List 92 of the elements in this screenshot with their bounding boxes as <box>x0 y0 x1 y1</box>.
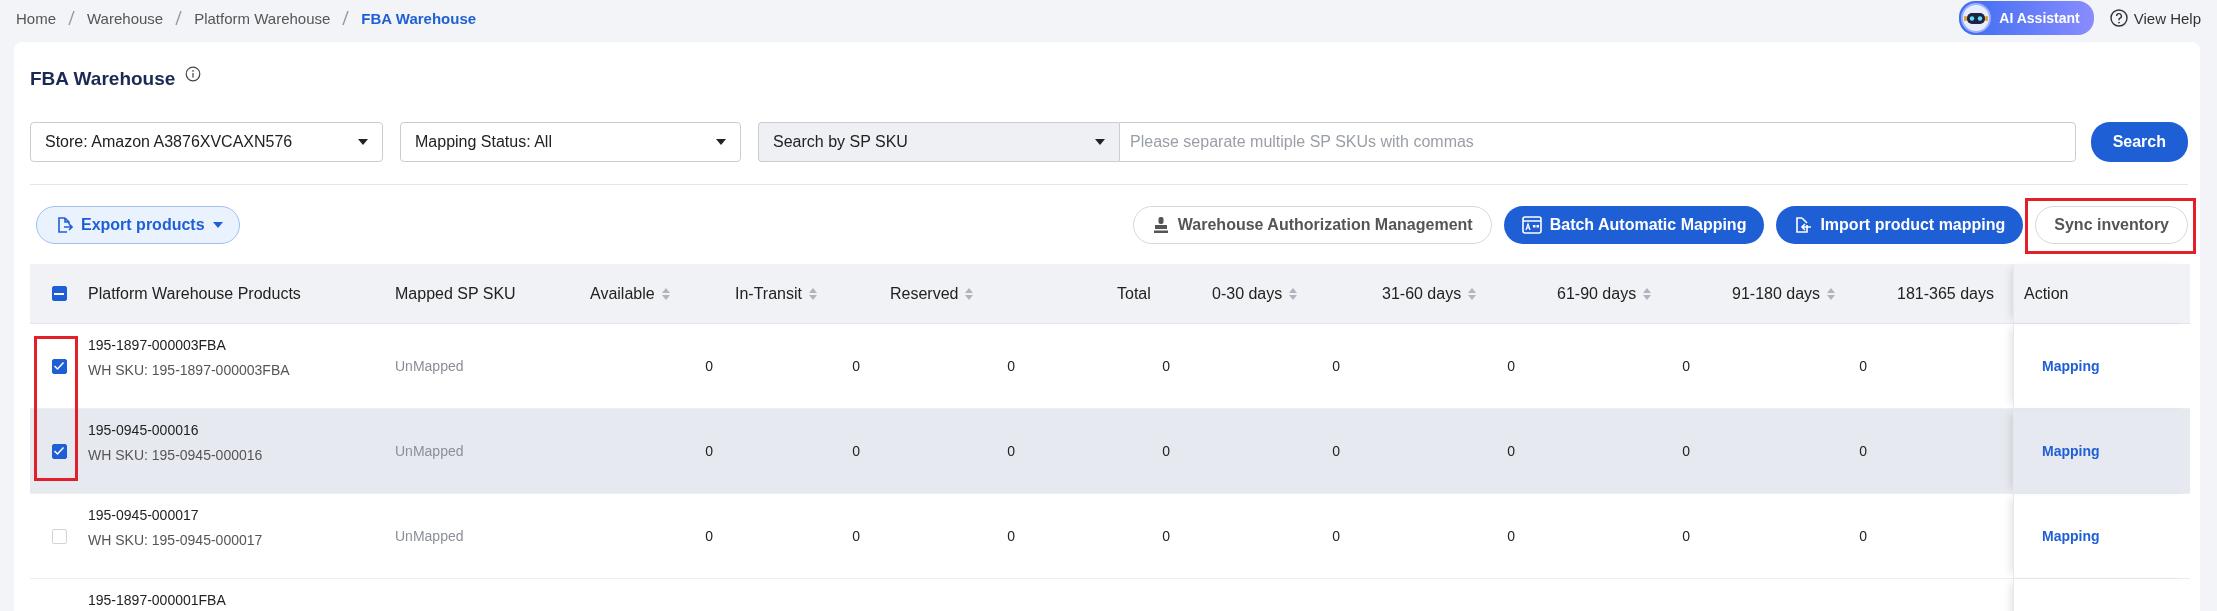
product-sku: 195-0945-000016 <box>88 422 199 438</box>
quantity: 0 <box>1682 358 1690 374</box>
help-icon <box>2109 9 2128 27</box>
breadcrumb-link[interactable]: Home <box>16 9 56 27</box>
mapping-status: UnMapped <box>395 528 464 544</box>
sort-icon <box>1288 286 1299 301</box>
checkbox[interactable] <box>51 286 67 301</box>
checkbox[interactable] <box>51 358 67 374</box>
column-header: Total <box>1116 284 1151 303</box>
quantity: 0 <box>1162 443 1170 459</box>
stamp-icon <box>1151 216 1170 234</box>
warehouse-sku: WH SKU: 195-1897-000003FBA <box>88 362 290 378</box>
quantity: 0 <box>1507 358 1515 374</box>
warehouse-sku: WH SKU: 195-0945-000017 <box>88 532 263 548</box>
column-header[interactable]: Available <box>590 284 671 303</box>
column-header[interactable]: 31-60 days <box>1370 284 1478 303</box>
export-button[interactable]: Export products <box>36 206 240 244</box>
product-sku: 195-0945-000017 <box>88 507 199 523</box>
quantity: 0 <box>1507 528 1515 544</box>
caret-icon <box>358 139 368 145</box>
caret-icon <box>212 222 223 228</box>
caret-icon <box>716 139 726 145</box>
quantity: 0 <box>852 358 860 374</box>
page-title: FBA Warehouse <box>30 68 176 90</box>
import-icon <box>1794 216 1813 234</box>
check-icon <box>53 446 65 456</box>
mapping-link[interactable]: Mapping <box>2014 443 2100 459</box>
minus-icon <box>54 292 64 295</box>
column-header[interactable]: 61-90 days <box>1545 284 1653 303</box>
search-field[interactable]: Please separate multiple SP SKUs with commas <box>1119 122 2076 162</box>
quantity: 0 <box>705 443 713 459</box>
toolbar-button[interactable]: Sync inventory <box>2035 206 2188 244</box>
mapping-link[interactable]: Mapping <box>2014 528 2100 544</box>
robot-icon <box>1961 3 1992 33</box>
quantity: 0 <box>705 358 713 374</box>
sort-icon <box>964 286 975 301</box>
check-icon <box>53 361 65 371</box>
quantity: 0 <box>1332 358 1340 374</box>
breadcrumb-separator <box>342 10 350 26</box>
column-header[interactable]: 0-30 days <box>1200 284 1299 303</box>
toolbar-button[interactable]: Import product mapping <box>1776 206 2024 244</box>
quantity: 0 <box>1859 358 1867 374</box>
warehouse-sku: WH SKU: 195-0945-000016 <box>88 447 263 463</box>
help-link[interactable]: View Help <box>2109 9 2201 27</box>
checkbox[interactable] <box>51 443 67 459</box>
sort-icon <box>1826 286 1837 301</box>
column-header: Action <box>2023 284 2069 303</box>
quantity: 0 <box>1332 443 1340 459</box>
quantity: 0 <box>1507 443 1515 459</box>
toolbar-button[interactable]: Warehouse Authorization Management <box>1132 206 1492 244</box>
toolbar-button[interactable]: Batch Automatic Mapping <box>1503 206 1765 244</box>
quantity: 0 <box>1859 528 1867 544</box>
quantity: 0 <box>705 528 713 544</box>
mapping-status: UnMapped <box>395 358 464 374</box>
sort-icon <box>660 286 671 301</box>
sort-icon <box>808 286 818 301</box>
breadcrumb-link[interactable]: Warehouse <box>87 9 164 27</box>
breadcrumb-link[interactable]: Platform Warehouse <box>194 9 331 27</box>
column-header[interactable]: In-Transit <box>735 284 818 303</box>
quantity: 0 <box>852 528 860 544</box>
quantity: 0 <box>1162 528 1170 544</box>
table-icon <box>1521 216 1542 234</box>
quantity: 0 <box>1859 443 1867 459</box>
mapping-status-dropdown[interactable]: Mapping Status: All <box>400 122 741 162</box>
mapping-status: UnMapped <box>395 443 464 459</box>
breadcrumb-separator <box>68 10 75 26</box>
mapping-link[interactable]: Mapping <box>2014 358 2100 374</box>
quantity: 0 <box>1682 443 1690 459</box>
export-icon <box>55 216 73 234</box>
breadcrumb-separator <box>175 10 183 26</box>
info-icon <box>185 66 202 82</box>
quantity: 0 <box>1007 528 1015 544</box>
store-dropdown[interactable]: Store: Amazon A3876XVCAXN576 <box>30 122 383 162</box>
quantity: 0 <box>1332 528 1340 544</box>
search-type-dropdown[interactable]: Search by SP SKU <box>758 122 1119 162</box>
product-sku: 195-1897-000001FBA <box>88 592 226 608</box>
product-sku: 195-1897-000003FBA <box>88 337 226 353</box>
quantity: 0 <box>1007 443 1015 459</box>
search-button[interactable]: Search <box>2090 122 2188 162</box>
column-header: Mapped SP SKU <box>395 284 516 303</box>
sort-icon <box>1467 286 1478 301</box>
quantity: 0 <box>852 443 860 459</box>
column-header[interactable]: Reserved <box>890 284 975 303</box>
quantity: 0 <box>1007 358 1015 374</box>
sort-icon <box>1642 286 1653 301</box>
column-header: 181-365 days <box>1896 284 1994 303</box>
caret-icon <box>1095 139 1105 145</box>
column-header[interactable]: 91-180 days <box>1720 284 1837 303</box>
ai-assistant-button[interactable]: AI Assistant <box>1959 1 2094 35</box>
quantity: 0 <box>1162 358 1170 374</box>
column-header: Platform Warehouse Products <box>88 284 301 303</box>
quantity: 0 <box>1682 528 1690 544</box>
